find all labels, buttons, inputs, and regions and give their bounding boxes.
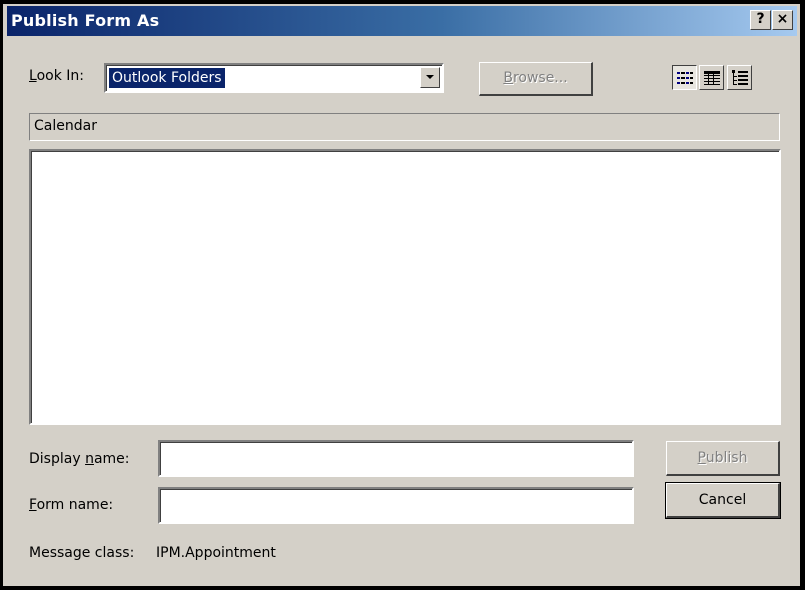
- folder-contents-list[interactable]: [29, 149, 781, 425]
- current-folder-path: Calendar: [29, 113, 780, 141]
- display-name-field[interactable]: [158, 440, 634, 477]
- window-title: Publish Form As: [11, 11, 160, 30]
- close-button[interactable]: ×: [772, 10, 793, 30]
- close-icon: ×: [776, 11, 789, 27]
- window-frame: Publish Form As ? × Look In: Outlook Fol…: [0, 0, 805, 590]
- path-text: Calendar: [34, 118, 97, 134]
- form-name-field[interactable]: [158, 487, 634, 524]
- browse-button[interactable]: Browse...: [479, 62, 593, 96]
- help-icon: ?: [756, 11, 765, 27]
- list-view-button[interactable]: [672, 65, 697, 90]
- properties-view-icon: [732, 70, 748, 85]
- cancel-button[interactable]: Cancel: [665, 482, 781, 519]
- display-name-label: Display name:: [29, 451, 130, 467]
- details-view-icon: [704, 71, 720, 85]
- look-in-dropdown[interactable]: Outlook Folders: [104, 63, 444, 93]
- form-name-label: Form name:: [29, 497, 114, 513]
- publish-button[interactable]: Publish: [666, 441, 780, 476]
- list-view-icon: [677, 72, 693, 84]
- properties-view-button[interactable]: [727, 65, 752, 90]
- look-in-selected-value: Outlook Folders: [109, 68, 225, 88]
- title-bar[interactable]: Publish Form As ? ×: [7, 6, 797, 36]
- message-class-label: Message class:: [29, 545, 135, 561]
- message-class-value: IPM.Appointment: [156, 545, 276, 561]
- look-in-label: Look In:: [29, 68, 84, 84]
- details-view-button[interactable]: [699, 65, 724, 90]
- dropdown-arrow-button[interactable]: [420, 67, 440, 88]
- help-button[interactable]: ?: [750, 10, 771, 30]
- chevron-down-icon: [426, 75, 434, 79]
